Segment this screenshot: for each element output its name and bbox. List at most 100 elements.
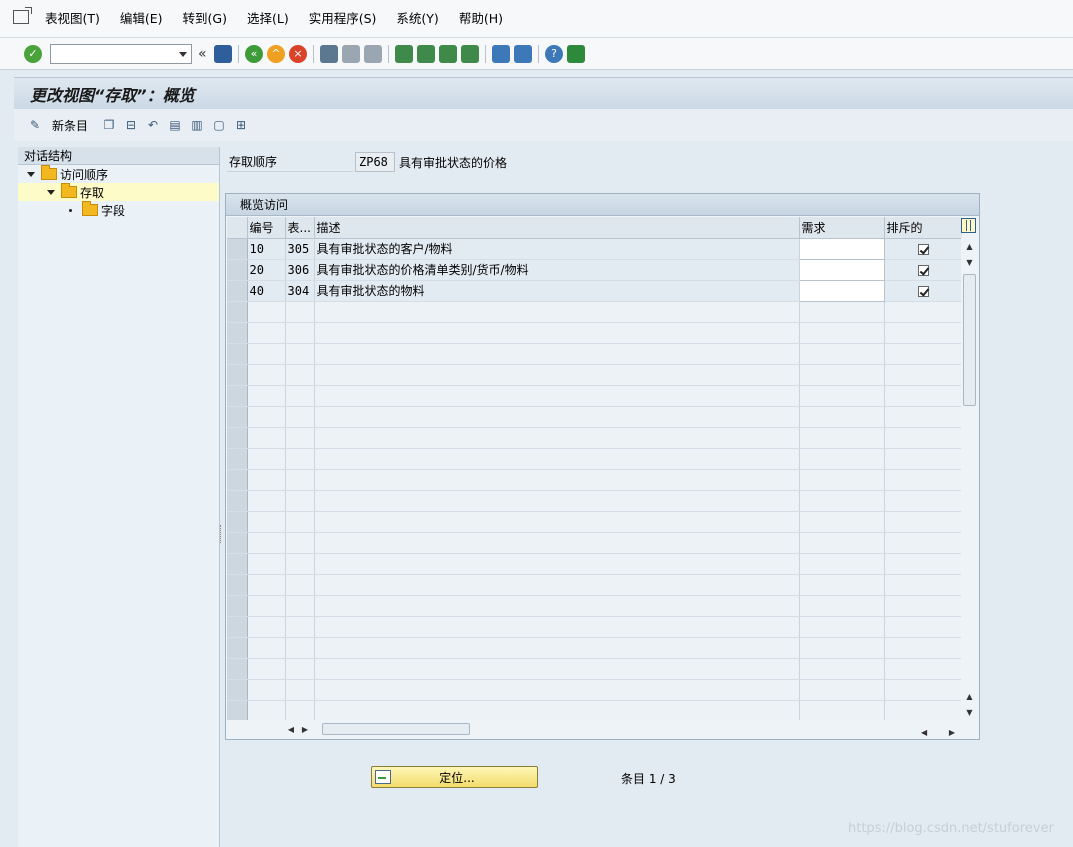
cell-table[interactable] [285, 700, 315, 720]
row-selector[interactable] [227, 490, 248, 512]
cell-number[interactable] [247, 532, 286, 554]
cell-exclusive[interactable] [884, 385, 962, 407]
cell-table[interactable] [285, 385, 315, 407]
cell-requirement[interactable] [799, 616, 885, 638]
table-row-empty[interactable] [227, 490, 962, 512]
cell-exclusive[interactable] [884, 343, 962, 365]
cell-description[interactable] [314, 511, 800, 533]
cell-description[interactable] [314, 364, 800, 386]
fixed-columns-scroll[interactable]: ◀ ▶ [921, 728, 955, 737]
cell-requirement[interactable] [799, 406, 885, 428]
cell-description[interactable] [314, 469, 800, 491]
cell-exclusive[interactable] [884, 448, 962, 470]
cell-number[interactable] [247, 658, 286, 680]
cell-exclusive[interactable] [884, 532, 962, 554]
cell-exclusive[interactable] [884, 406, 962, 428]
delete-icon[interactable]: ⊟ [123, 117, 139, 133]
cell-description[interactable] [314, 406, 800, 428]
scroll-up-arrow-icon[interactable]: ▲ [961, 238, 978, 254]
row-selector[interactable] [227, 511, 248, 533]
cell-number[interactable] [247, 679, 286, 701]
cell-exclusive[interactable] [884, 490, 962, 512]
cell-number[interactable] [247, 301, 286, 323]
cell-number[interactable] [247, 406, 286, 428]
cell-table[interactable] [285, 637, 315, 659]
table-row[interactable]: 10 305 具有审批状态的客户/物料 [227, 237, 962, 260]
cell-description[interactable] [314, 616, 800, 638]
cell-description[interactable] [314, 595, 800, 617]
command-field[interactable] [50, 43, 192, 64]
cell-description[interactable] [314, 343, 800, 365]
cell-table[interactable] [285, 469, 315, 491]
row-selector[interactable] [227, 532, 248, 554]
toggle-display-change-icon[interactable]: ✎ [27, 117, 43, 133]
cell-description[interactable] [314, 637, 800, 659]
exclusive-checkbox[interactable] [917, 285, 929, 297]
cell-exclusive[interactable] [884, 637, 962, 659]
table-row[interactable]: 40 304 具有审批状态的物料 [227, 279, 962, 302]
cell-number[interactable]: 40 [247, 280, 286, 302]
row-selector[interactable] [227, 301, 248, 323]
cell-number[interactable] [247, 700, 286, 720]
print-icon[interactable] [320, 44, 338, 63]
find-icon[interactable] [342, 44, 360, 63]
find-next-icon[interactable] [364, 44, 382, 63]
select-block-icon[interactable]: ▥ [189, 117, 205, 133]
cell-requirement[interactable] [799, 679, 885, 701]
exit-icon[interactable]: ^ [267, 44, 285, 63]
column-header-requirement[interactable]: 需求 [799, 217, 885, 239]
tree-node-accesses[interactable]: 存取 [18, 183, 219, 201]
cancel-icon[interactable]: × [289, 44, 307, 63]
cell-description[interactable] [314, 700, 800, 720]
menu-item-help[interactable]: 帮助(H) [449, 0, 513, 38]
exclusive-checkbox[interactable] [917, 243, 929, 255]
save-icon[interactable] [214, 44, 232, 63]
help-icon[interactable]: ? [545, 44, 563, 63]
expand-triangle-icon[interactable] [47, 189, 55, 195]
page-up-arrow-icon[interactable]: ▲ [961, 688, 978, 704]
row-selector[interactable] [227, 406, 248, 428]
select-all-icon[interactable]: ▤ [167, 117, 183, 133]
cell-requirement[interactable] [799, 511, 885, 533]
cell-table[interactable]: 304 [285, 280, 315, 302]
next-page-icon[interactable] [439, 44, 457, 63]
cell-description[interactable] [314, 490, 800, 512]
cell-exclusive[interactable] [884, 259, 962, 281]
cell-description[interactable] [314, 448, 800, 470]
scroll-down-arrow-icon[interactable]: ▼ [961, 704, 978, 720]
create-session-icon[interactable] [492, 44, 510, 63]
table-row-empty[interactable] [227, 343, 962, 365]
menu-item-edit[interactable]: 编辑(E) [110, 0, 173, 38]
cell-exclusive[interactable] [884, 616, 962, 638]
column-settings-icon[interactable] [961, 218, 976, 233]
row-selector[interactable] [227, 658, 248, 680]
cell-exclusive[interactable] [884, 658, 962, 680]
menu-exit-icon[interactable] [13, 6, 32, 24]
row-selector[interactable] [227, 322, 248, 344]
new-entries-button[interactable]: 新条目 [52, 117, 88, 134]
row-selector[interactable] [227, 553, 248, 575]
menu-item-table-view[interactable]: 表视图(T) [35, 0, 110, 38]
cell-exclusive[interactable] [884, 301, 962, 323]
cell-table[interactable] [285, 343, 315, 365]
page-down-arrow-icon[interactable]: ▼ [961, 254, 978, 270]
row-selector[interactable] [227, 280, 248, 302]
menu-item-system[interactable]: 系统(Y) [386, 0, 448, 38]
cell-table[interactable] [285, 448, 315, 470]
cell-table[interactable] [285, 364, 315, 386]
cell-number[interactable] [247, 595, 286, 617]
cell-exclusive[interactable] [884, 553, 962, 575]
cell-description[interactable] [314, 532, 800, 554]
cell-number[interactable] [247, 427, 286, 449]
cell-requirement-input[interactable] [798, 258, 885, 281]
cell-table[interactable] [285, 490, 315, 512]
row-selector[interactable] [227, 469, 248, 491]
cell-table[interactable] [285, 511, 315, 533]
cell-requirement[interactable] [799, 385, 885, 407]
cell-number[interactable] [247, 322, 286, 344]
cell-description[interactable] [314, 427, 800, 449]
cell-number[interactable] [247, 469, 286, 491]
cell-exclusive[interactable] [884, 238, 962, 260]
vertical-scrollbar[interactable]: ▲ ▼ ▲ ▼ [961, 238, 978, 720]
cell-number[interactable] [247, 385, 286, 407]
